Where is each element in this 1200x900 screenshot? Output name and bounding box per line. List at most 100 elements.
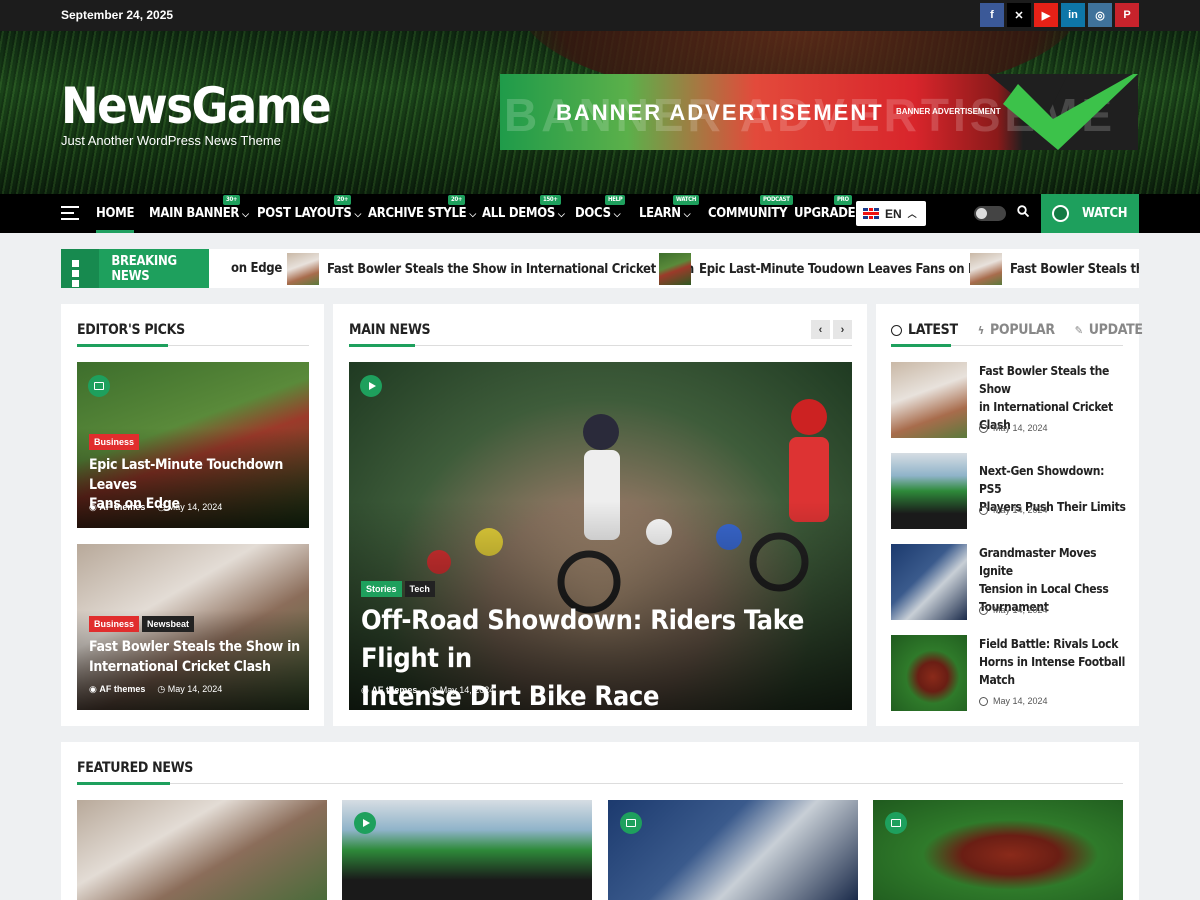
next-slide-button[interactable]: › bbox=[833, 320, 852, 339]
post-tags: Business Newsbeat bbox=[89, 614, 197, 632]
post-tags: Stories Tech bbox=[361, 579, 438, 597]
tab-update[interactable]: ✎ UPDATE bbox=[1075, 322, 1143, 338]
tab-popular[interactable]: ϟ POPULAR bbox=[978, 322, 1055, 338]
language-switcher[interactable]: EN ︿ bbox=[856, 201, 926, 226]
category-tag[interactable]: Stories bbox=[361, 581, 402, 597]
site-header: NewsGame Just Another WordPress News The… bbox=[0, 31, 1200, 194]
top-bar: September 24, 2025 f ✕ ▶ in ◎ P bbox=[0, 0, 1200, 31]
post-title[interactable]: Fast Bowler Steals the Show in Internatio… bbox=[89, 638, 304, 677]
ticker-item[interactable]: Fast Bowler Steals the Show in Internati… bbox=[287, 253, 694, 285]
latest-post-item[interactable]: Field Battle: Rivals Lock Horns in Intens… bbox=[891, 635, 1127, 711]
latest-post-item[interactable]: Next-Gen Showdown: PS5 Players Push Their… bbox=[891, 453, 1127, 529]
nav-item-learn[interactable]: LEARN ⌵ WATCH bbox=[639, 195, 700, 221]
video-format-icon[interactable] bbox=[354, 812, 376, 834]
nav-item-community[interactable]: COMMUNITY PODCAST bbox=[708, 195, 793, 221]
grid-icon bbox=[61, 249, 100, 288]
hamburger-menu-icon[interactable] bbox=[61, 206, 79, 220]
author[interactable]: ◉ AF themes bbox=[89, 684, 145, 695]
nav-item-home[interactable]: HOME bbox=[96, 206, 134, 233]
chevron-down-icon: ⌵ bbox=[613, 210, 621, 220]
breaking-news-label: BREAKING NEWS bbox=[61, 249, 209, 288]
post-thumbnail[interactable] bbox=[891, 544, 967, 620]
uk-flag-icon bbox=[863, 208, 879, 219]
ticker-item[interactable]: Epic Last-Minute Toudown Leaves Fans on … bbox=[659, 253, 1000, 285]
ticker-thumbnail bbox=[659, 253, 691, 285]
banner-main-text: BANNER ADVERTISEMENT bbox=[556, 100, 884, 125]
ticker-item-title: Fast Bowler Steals the Show in Internati… bbox=[327, 261, 694, 277]
checkmark-icon bbox=[988, 74, 1138, 150]
clock-icon bbox=[979, 696, 988, 706]
ticker-fragment[interactable]: on Edge bbox=[231, 261, 282, 276]
featured-post-image[interactable] bbox=[608, 800, 858, 900]
youtube-icon[interactable]: ▶ bbox=[1034, 3, 1058, 27]
banner-advertisement[interactable]: BANNER ADVERTISEME BANNER ADVERTISEMENT … bbox=[500, 74, 1138, 150]
latest-post-item[interactable]: Fast Bowler Steals the Show in Internatio… bbox=[891, 362, 1127, 438]
main-navigation: HOME MAIN BANNER ⌵ 30+ POST LAYOUTS ⌵ 20+ ARCHI… bbox=[0, 194, 1200, 233]
featured-post-image[interactable] bbox=[77, 800, 327, 900]
video-format-icon[interactable] bbox=[360, 375, 382, 397]
nav-item-main-banner[interactable]: MAIN BANNER ⌵ 30+ bbox=[149, 195, 249, 221]
nav-item-post-layouts[interactable]: POST LAYOUTS ⌵ 20+ bbox=[257, 195, 361, 221]
category-tag[interactable]: Business bbox=[89, 616, 140, 632]
social-links: f ✕ ▶ in ◎ P bbox=[980, 3, 1139, 27]
clock-icon bbox=[979, 605, 988, 615]
nav-badge: HELP bbox=[605, 195, 626, 205]
nav-item-upgrade[interactable]: UPGRADE PRO bbox=[794, 195, 856, 221]
tab-latest[interactable]: LATEST bbox=[891, 322, 958, 338]
post-date: May 14, 2024 bbox=[979, 605, 1048, 615]
post-date: May 14, 2024 bbox=[979, 423, 1048, 433]
post-date: ◷ May 14, 2024 bbox=[429, 685, 495, 695]
main-news-slide[interactable]: Stories Tech Off-Road Showdown: Riders Ta… bbox=[349, 362, 852, 710]
clock-icon bbox=[979, 423, 988, 433]
featured-post-image[interactable] bbox=[342, 800, 592, 900]
ticker-item-title: Epic Last-Minute Toudown Leaves Fans on … bbox=[699, 261, 1000, 277]
facebook-icon[interactable]: f bbox=[980, 3, 1004, 27]
watch-button[interactable]: WATCH bbox=[1041, 194, 1139, 233]
x-icon[interactable]: ✕ bbox=[1007, 3, 1031, 27]
editors-pick-card[interactable]: Business Newsbeat Fast Bowler Steals the … bbox=[77, 544, 309, 710]
nav-badge: 150+ bbox=[540, 195, 561, 205]
category-tag[interactable]: Business bbox=[89, 434, 140, 450]
section-divider bbox=[891, 344, 1123, 347]
breaking-news-bar: BREAKING NEWS on Edge Fast Bowler Steals… bbox=[61, 249, 1139, 288]
category-tag[interactable]: Tech bbox=[404, 581, 435, 597]
ticker-item-title: Fast Bowler Steals the Show in Internati… bbox=[1010, 261, 1139, 277]
post-thumbnail[interactable] bbox=[891, 362, 967, 438]
latest-post-item[interactable]: Grandmaster Moves Ignite Tension in Local… bbox=[891, 544, 1127, 620]
section-divider bbox=[77, 344, 309, 347]
author[interactable]: ◉ AF themes bbox=[361, 685, 417, 696]
post-meta: ◉ AF themes ◷ May 14, 2024 bbox=[89, 684, 222, 695]
post-title[interactable]: Field Battle: Rivals Lock Horns in Intens… bbox=[979, 635, 1127, 689]
post-date: ◷ May 14, 2024 bbox=[157, 684, 223, 694]
instagram-icon[interactable]: ◎ bbox=[1088, 3, 1112, 27]
site-title[interactable]: NewsGame bbox=[61, 77, 332, 135]
nav-item-archive-style[interactable]: ARCHIVE STYLE ⌵ 20+ bbox=[368, 195, 476, 221]
post-thumbnail[interactable] bbox=[891, 635, 967, 711]
ticker-item[interactable]: Fast Bowler Steals the Show in Internati… bbox=[970, 253, 1139, 285]
editors-picks-title: EDITOR'S PICKS bbox=[77, 322, 185, 338]
image-format-icon bbox=[885, 812, 907, 834]
post-thumbnail[interactable] bbox=[891, 453, 967, 529]
dark-mode-toggle[interactable] bbox=[974, 206, 1006, 221]
featured-post-image[interactable] bbox=[873, 800, 1123, 900]
nav-badge: 20+ bbox=[334, 195, 352, 205]
category-tag[interactable]: Newsbeat bbox=[142, 616, 195, 632]
nav-item-docs[interactable]: DOCS ⌵ HELP bbox=[575, 195, 626, 221]
post-meta: ◉ AF themes ◷ May 14, 2024 bbox=[361, 685, 494, 696]
post-date: May 14, 2024 bbox=[979, 696, 1048, 706]
chevron-down-icon: ⌵ bbox=[558, 210, 565, 220]
nav-item-all-demos[interactable]: ALL DEMOS ⌵ 150+ bbox=[482, 195, 565, 221]
clock-icon bbox=[979, 505, 988, 515]
chevron-down-icon: ⌵ bbox=[469, 210, 476, 220]
nav-badge: PRO bbox=[834, 195, 852, 205]
sidebar-tabs: LATEST ϟ POPULAR ✎ UPDATE bbox=[891, 322, 1143, 338]
post-meta: ◉ AF themes ◷ May 14, 2024 bbox=[89, 502, 222, 513]
post-date: May 14, 2024 bbox=[979, 505, 1048, 515]
pinterest-icon[interactable]: P bbox=[1115, 3, 1139, 27]
search-icon[interactable] bbox=[1017, 205, 1029, 217]
author[interactable]: ◉ AF themes bbox=[89, 502, 145, 513]
chevron-down-icon: ⌵ bbox=[683, 210, 691, 220]
editors-pick-card[interactable]: Business Epic Last-Minute Touchdown Leav… bbox=[77, 362, 309, 528]
prev-slide-button[interactable]: ‹ bbox=[811, 320, 830, 339]
linkedin-icon[interactable]: in bbox=[1061, 3, 1085, 27]
